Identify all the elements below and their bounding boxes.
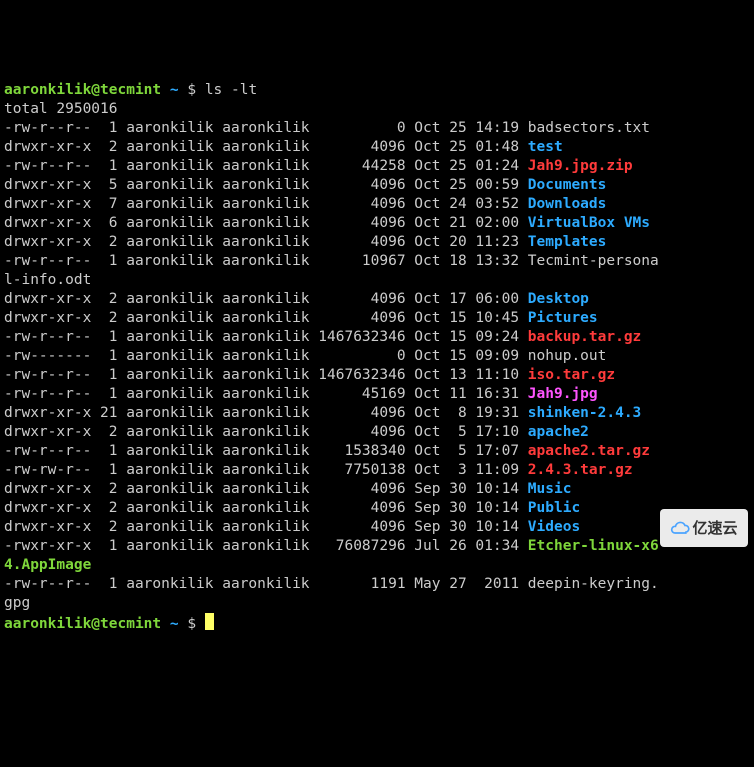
file-meta: -rw-rw-r-- 1 aaronkilik aaronkilik 77501…	[4, 462, 528, 478]
file-meta: drwxr-xr-x 7 aaronkilik aaronkilik 4096 …	[4, 196, 528, 212]
cloud-icon	[670, 518, 690, 538]
total-line: total 2950016	[4, 100, 750, 119]
file-row: -rw-r--r-- 1 aaronkilik aaronkilik 14676…	[4, 366, 750, 385]
file-name: Jah9.jpg	[528, 386, 598, 402]
file-name: apache2.tar.gz	[528, 443, 650, 459]
file-meta: drwxr-xr-x 5 aaronkilik aaronkilik 4096 …	[4, 177, 528, 193]
watermark-badge: 亿速云	[660, 509, 748, 547]
file-meta: drwxr-xr-x 2 aaronkilik aaronkilik 4096 …	[4, 519, 528, 535]
file-row: drwxr-xr-x 2 aaronkilik aaronkilik 4096 …	[4, 499, 750, 518]
file-row: -rw-rw-r-- 1 aaronkilik aaronkilik 77501…	[4, 461, 750, 480]
file-name-wrap: l-info.odt	[4, 272, 91, 288]
file-name: VirtualBox VMs	[528, 215, 650, 231]
prompt-symbol: $	[187, 616, 196, 632]
cwd: ~	[170, 616, 179, 632]
prompt-line[interactable]: aaronkilik@tecmint ~ $	[4, 613, 750, 634]
prompt-line: aaronkilik@tecmint ~ $ ls -lt	[4, 81, 750, 100]
file-row: -rw-r--r-- 1 aaronkilik aaronkilik 44258…	[4, 157, 750, 176]
cwd: ~	[170, 82, 179, 98]
cursor[interactable]	[205, 613, 214, 630]
file-meta: -rw-r--r-- 1 aaronkilik aaronkilik 14676…	[4, 367, 528, 383]
file-name: Etcher-linux-x6	[528, 538, 659, 554]
file-row: drwxr-xr-x 2 aaronkilik aaronkilik 4096 …	[4, 518, 750, 537]
file-row: -rw-r--r-- 1 aaronkilik aaronkilik 45169…	[4, 385, 750, 404]
file-row: drwxr-xr-x 2 aaronkilik aaronkilik 4096 …	[4, 290, 750, 309]
file-row: drwxr-xr-x 7 aaronkilik aaronkilik 4096 …	[4, 195, 750, 214]
file-name: nohup.out	[528, 348, 607, 364]
file-name: iso.tar.gz	[528, 367, 615, 383]
terminal-output[interactable]: aaronkilik@tecmint ~ $ ls -lttotal 29500…	[4, 81, 750, 634]
file-meta: drwxr-xr-x 6 aaronkilik aaronkilik 4096 …	[4, 215, 528, 231]
file-row: drwxr-xr-x 5 aaronkilik aaronkilik 4096 …	[4, 176, 750, 195]
file-meta: -rw-r--r-- 1 aaronkilik aaronkilik 1191 …	[4, 576, 528, 592]
file-name: backup.tar.gz	[528, 329, 642, 345]
file-name: deepin-keyring.	[528, 576, 659, 592]
file-meta: drwxr-xr-x 21 aaronkilik aaronkilik 4096…	[4, 405, 528, 421]
file-name: apache2	[528, 424, 589, 440]
file-row-wrap: gpg	[4, 594, 750, 613]
file-meta: -rw-r--r-- 1 aaronkilik aaronkilik 0 Oct…	[4, 120, 528, 136]
file-meta: -rw-r--r-- 1 aaronkilik aaronkilik 14676…	[4, 329, 528, 345]
file-row: drwxr-xr-x 6 aaronkilik aaronkilik 4096 …	[4, 214, 750, 233]
file-meta: -rw-r--r-- 1 aaronkilik aaronkilik 15383…	[4, 443, 528, 459]
file-meta: -rw------- 1 aaronkilik aaronkilik 0 Oct…	[4, 348, 528, 364]
file-name-wrap: 4.AppImage	[4, 557, 91, 573]
file-meta: drwxr-xr-x 2 aaronkilik aaronkilik 4096 …	[4, 500, 528, 516]
file-row: drwxr-xr-x 2 aaronkilik aaronkilik 4096 …	[4, 309, 750, 328]
file-name: Pictures	[528, 310, 598, 326]
file-name: badsectors.txt	[528, 120, 650, 136]
file-name: Downloads	[528, 196, 607, 212]
file-meta: drwxr-xr-x 2 aaronkilik aaronkilik 4096 …	[4, 424, 528, 440]
file-row: -rw-r--r-- 1 aaronkilik aaronkilik 0 Oct…	[4, 119, 750, 138]
file-meta: -rw-r--r-- 1 aaronkilik aaronkilik 44258…	[4, 158, 528, 174]
file-row: drwxr-xr-x 2 aaronkilik aaronkilik 4096 …	[4, 233, 750, 252]
prompt-symbol: $	[187, 82, 196, 98]
file-row: -rw-r--r-- 1 aaronkilik aaronkilik 14676…	[4, 328, 750, 347]
file-meta: drwxr-xr-x 2 aaronkilik aaronkilik 4096 …	[4, 481, 528, 497]
watermark-text: 亿速云	[692, 519, 737, 538]
file-name: 2.4.3.tar.gz	[528, 462, 633, 478]
file-meta: drwxr-xr-x 2 aaronkilik aaronkilik 4096 …	[4, 310, 528, 326]
file-row-wrap: l-info.odt	[4, 271, 750, 290]
file-row: -rw-r--r-- 1 aaronkilik aaronkilik 1191 …	[4, 575, 750, 594]
user-host: aaronkilik@tecmint	[4, 82, 161, 98]
file-name: Videos	[528, 519, 580, 535]
file-meta: -rw-r--r-- 1 aaronkilik aaronkilik 45169…	[4, 386, 528, 402]
file-name: Music	[528, 481, 572, 497]
file-row: drwxr-xr-x 21 aaronkilik aaronkilik 4096…	[4, 404, 750, 423]
file-row: -rw-r--r-- 1 aaronkilik aaronkilik 15383…	[4, 442, 750, 461]
file-meta: drwxr-xr-x 2 aaronkilik aaronkilik 4096 …	[4, 234, 528, 250]
file-meta: drwxr-xr-x 2 aaronkilik aaronkilik 4096 …	[4, 139, 528, 155]
file-row: -rwxr-xr-x 1 aaronkilik aaronkilik 76087…	[4, 537, 750, 556]
file-meta: drwxr-xr-x 2 aaronkilik aaronkilik 4096 …	[4, 291, 528, 307]
file-name: Public	[528, 500, 580, 516]
file-row: -rw------- 1 aaronkilik aaronkilik 0 Oct…	[4, 347, 750, 366]
file-meta: -rwxr-xr-x 1 aaronkilik aaronkilik 76087…	[4, 538, 528, 554]
file-name-wrap: gpg	[4, 595, 30, 611]
file-name: Desktop	[528, 291, 589, 307]
file-row: drwxr-xr-x 2 aaronkilik aaronkilik 4096 …	[4, 138, 750, 157]
file-name: shinken-2.4.3	[528, 405, 642, 421]
file-name: Documents	[528, 177, 607, 193]
command-text: ls -lt	[205, 82, 257, 98]
user-host: aaronkilik@tecmint	[4, 616, 161, 632]
file-row: drwxr-xr-x 2 aaronkilik aaronkilik 4096 …	[4, 423, 750, 442]
file-name: Templates	[528, 234, 607, 250]
file-row: drwxr-xr-x 2 aaronkilik aaronkilik 4096 …	[4, 480, 750, 499]
file-row: -rw-r--r-- 1 aaronkilik aaronkilik 10967…	[4, 252, 750, 271]
file-row-wrap: 4.AppImage	[4, 556, 750, 575]
file-name: Tecmint-persona	[528, 253, 659, 269]
file-meta: -rw-r--r-- 1 aaronkilik aaronkilik 10967…	[4, 253, 528, 269]
file-name: test	[528, 139, 563, 155]
file-name: Jah9.jpg.zip	[528, 158, 633, 174]
